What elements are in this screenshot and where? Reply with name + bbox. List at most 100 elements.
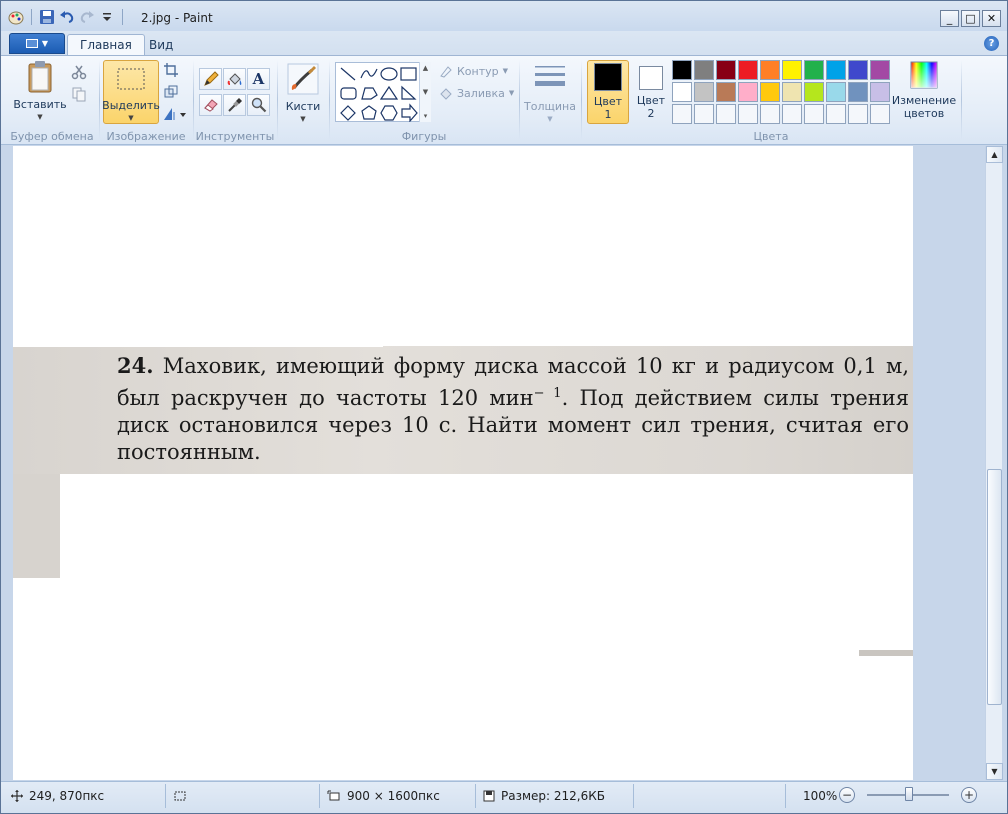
clipboard-icon bbox=[23, 60, 57, 94]
fill-bucket-icon bbox=[227, 73, 241, 85]
maximize-button[interactable]: □ bbox=[961, 10, 980, 27]
chevron-down-icon: ▼ bbox=[547, 115, 553, 123]
size-label: Толщина bbox=[524, 100, 576, 113]
crop-icon[interactable] bbox=[161, 60, 181, 80]
group-separator bbox=[581, 60, 582, 140]
paint-menu-button[interactable]: ▼ bbox=[9, 33, 65, 54]
paste-label: Вставить bbox=[13, 98, 67, 111]
image-size-icon bbox=[327, 790, 340, 801]
crosshair-icon bbox=[11, 790, 23, 802]
chevron-down-icon: ▼ bbox=[41, 39, 49, 48]
window-title: 2.jpg - Paint bbox=[141, 11, 213, 25]
size-button[interactable]: Толщина ▼ bbox=[523, 62, 577, 126]
image-group: Выделить ▼ Изображение bbox=[101, 56, 191, 145]
cut-icon[interactable] bbox=[69, 62, 89, 82]
resize-icon[interactable] bbox=[161, 82, 181, 102]
problem-number: 24. bbox=[117, 353, 154, 378]
help-icon[interactable]: ? bbox=[984, 36, 999, 51]
tools-group: A Инструменты bbox=[195, 56, 275, 145]
image-group-label: Изображение bbox=[106, 130, 186, 143]
file-size: Размер: 212,6КБ bbox=[477, 784, 605, 808]
status-separator bbox=[319, 784, 320, 808]
zoom-in-icon[interactable]: + bbox=[961, 787, 977, 803]
group-separator bbox=[329, 60, 330, 140]
line-width-icon bbox=[533, 62, 567, 96]
group-separator bbox=[519, 60, 520, 140]
status-bar: 249, 870пкс 900 × 1600пкс Размер: 212,6К… bbox=[1, 781, 1007, 813]
colors-group-label: Цвета bbox=[753, 130, 789, 143]
status-separator bbox=[785, 784, 786, 808]
pencil-icon bbox=[203, 71, 219, 86]
brushes-button[interactable]: Кисти ▼ bbox=[281, 62, 325, 126]
menu-document-icon bbox=[25, 39, 38, 48]
zoom-out-icon[interactable]: − bbox=[839, 787, 855, 803]
chevron-down-icon: ▼ bbox=[37, 113, 43, 121]
status-separator bbox=[633, 784, 634, 808]
chevron-down-icon: ▼ bbox=[128, 114, 134, 122]
selection-icon bbox=[115, 65, 147, 95]
select-button[interactable]: Выделить ▼ bbox=[102, 60, 160, 124]
zoom-slider-thumb[interactable] bbox=[905, 787, 913, 801]
group-separator bbox=[961, 60, 962, 140]
undo-icon[interactable] bbox=[58, 8, 76, 26]
canvas-workspace: 24. Маховик, имеющий форму диска массой … bbox=[9, 146, 985, 780]
cursor-position: 249, 870пкс bbox=[5, 784, 104, 808]
clipboard-group: Вставить ▼ Буфер обмена bbox=[7, 56, 97, 145]
scroll-up-arrow-icon[interactable]: ▲ bbox=[986, 146, 1003, 163]
problem-text: 24. Маховик, имеющий форму диска массой … bbox=[117, 352, 909, 466]
status-separator bbox=[165, 784, 166, 808]
rotate-icon[interactable] bbox=[161, 104, 189, 124]
cursor-position-text: 249, 870пкс bbox=[29, 789, 105, 803]
paint-app-icon[interactable] bbox=[7, 8, 25, 26]
group-separator bbox=[277, 60, 278, 140]
quick-access-toolbar bbox=[7, 8, 127, 26]
qat-separator bbox=[122, 9, 123, 25]
scrollbar-thumb[interactable] bbox=[987, 469, 1002, 705]
title-bar: 2.jpg - Paint _ □ ✕ bbox=[1, 1, 1007, 31]
canvas-white-region bbox=[60, 474, 913, 584]
vertical-scrollbar[interactable]: ▲ ▼ bbox=[985, 146, 1003, 780]
group-separator bbox=[193, 60, 194, 140]
scroll-down-arrow-icon[interactable]: ▼ bbox=[986, 763, 1003, 780]
shapes-group-label: Фигуры bbox=[401, 130, 447, 143]
tab-home[interactable]: Главная bbox=[67, 34, 145, 55]
copy-icon[interactable] bbox=[69, 84, 89, 104]
tools-group-label: Инструменты bbox=[195, 130, 275, 143]
file-size-text: Размер: 212,6КБ bbox=[501, 789, 605, 803]
paint-window: 2.jpg - Paint _ □ ✕ ▼ Главная Вид ? Вста… bbox=[0, 0, 1008, 814]
select-label: Выделить bbox=[102, 99, 160, 112]
redo-icon[interactable] bbox=[78, 8, 96, 26]
colors-group: Цвета bbox=[583, 56, 959, 145]
minimize-button[interactable]: _ bbox=[940, 10, 959, 27]
zoom-level: 100% bbox=[803, 789, 838, 803]
image-dimensions: 900 × 1600пкс bbox=[321, 784, 440, 808]
chevron-down-icon: ▼ bbox=[300, 115, 306, 123]
problem-superscript: − 1 bbox=[533, 386, 562, 401]
magnifier-tool[interactable] bbox=[247, 94, 270, 116]
tab-view[interactable]: Вид bbox=[137, 34, 185, 55]
text-tool[interactable]: A bbox=[247, 68, 270, 90]
qat-separator bbox=[31, 9, 32, 25]
image-dimensions-text: 900 × 1600пкс bbox=[347, 789, 440, 803]
group-separator bbox=[99, 60, 100, 140]
disk-icon bbox=[483, 790, 495, 802]
ribbon-tabs: ▼ Главная Вид ? bbox=[1, 31, 1007, 55]
clipboard-group-label: Буфер обмена bbox=[10, 130, 94, 143]
brushes-label: Кисти bbox=[285, 100, 321, 113]
image-canvas[interactable]: 24. Маховик, имеющий форму диска массой … bbox=[13, 146, 913, 780]
paste-button[interactable]: Вставить ▼ bbox=[11, 60, 69, 124]
color-picker-tool[interactable] bbox=[223, 94, 246, 116]
ribbon: Вставить ▼ Буфер обмена Выделить ▼ Изобр… bbox=[1, 55, 1007, 145]
fill-tool[interactable] bbox=[223, 68, 246, 90]
status-separator bbox=[475, 784, 476, 808]
eraser-tool[interactable] bbox=[199, 94, 222, 116]
eraser-icon bbox=[203, 99, 218, 112]
selection-size bbox=[167, 784, 187, 808]
customize-qat-icon[interactable] bbox=[98, 8, 116, 26]
save-icon[interactable] bbox=[38, 8, 56, 26]
color-picker-icon bbox=[227, 98, 242, 112]
pencil-tool[interactable] bbox=[199, 68, 222, 90]
magnifier-icon bbox=[251, 97, 266, 113]
photo-fragment bbox=[859, 650, 913, 656]
close-button[interactable]: ✕ bbox=[982, 10, 1001, 27]
